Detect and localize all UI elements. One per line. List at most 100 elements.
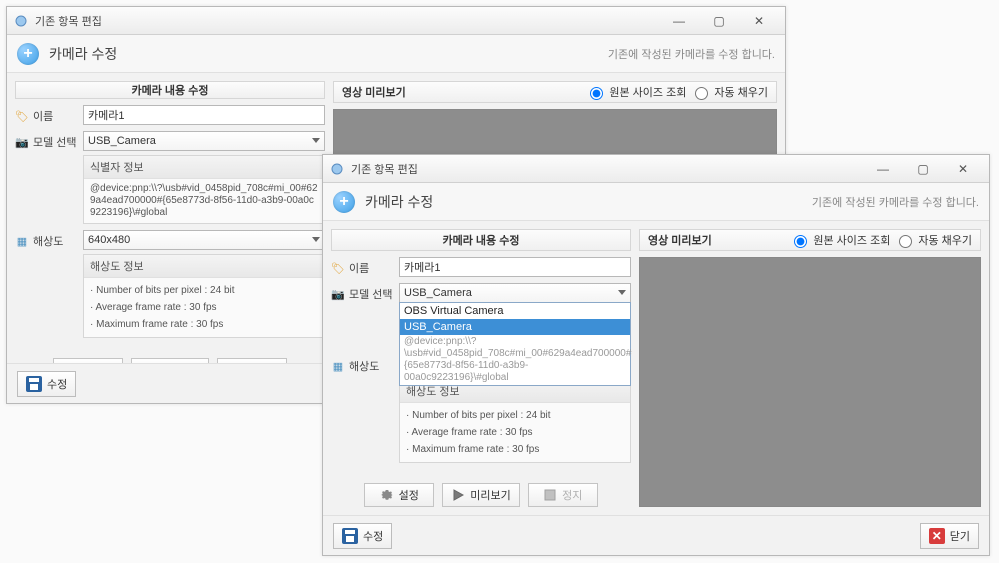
app-icon (13, 13, 29, 29)
radio-auto-fill[interactable]: 자동 채우기 (690, 84, 768, 100)
camera-icon: 📷 (15, 135, 29, 149)
identifier-info-box: 식별자 정보 @device:pnp:\\?\usb#vid_0458pid_7… (83, 155, 325, 224)
label-name: 🏷 이름 (331, 257, 393, 276)
radio-original-size[interactable]: 원본 사이즈 조회 (789, 232, 890, 248)
page-title: 카메라 수정 (365, 192, 812, 212)
tag-icon: 🏷 (15, 109, 29, 123)
radio-auto-fill-input[interactable] (695, 87, 708, 100)
res-line-2: · Average frame rate : 30 fps (406, 424, 624, 441)
resolution-info-title: 해상도 정보 (84, 255, 324, 278)
radio-original-size-input[interactable] (590, 87, 603, 100)
page-description: 기존에 작성된 카메라를 수정 합니다. (608, 46, 775, 62)
minimize-button[interactable]: — (863, 159, 903, 179)
radio-original-size-label: 원본 사이즈 조회 (609, 84, 686, 100)
form-panel: 카메라 내용 수정 🏷 이름 📷 모델 선택 USB_Camera (15, 81, 325, 355)
model-option-usb[interactable]: USB_Camera (400, 319, 630, 335)
window-title: 기존 항목 편집 (35, 13, 659, 29)
resolution-info-box: 해상도 정보 · Number of bits per pixel : 24 b… (399, 379, 631, 463)
label-model: 📷 모델 선택 (15, 131, 77, 150)
preview-section-title: 영상 미리보기 (648, 232, 712, 248)
name-input[interactable] (83, 105, 325, 125)
minimize-button[interactable]: — (659, 11, 699, 31)
save-button-label: 수정 (363, 528, 383, 544)
name-input[interactable] (399, 257, 631, 277)
radio-auto-fill-input[interactable] (899, 235, 912, 248)
preview-panel: 영상 미리보기 원본 사이즈 조회 자동 채우기 (639, 229, 981, 507)
label-name-text: 이름 (349, 260, 369, 276)
stop-icon (543, 488, 557, 502)
resolution-select-button[interactable]: 640x480 (83, 230, 325, 250)
resolution-select[interactable]: 640x480 (83, 230, 325, 250)
label-name: 🏷 이름 (15, 105, 77, 124)
plus-icon: + (333, 191, 355, 213)
res-line-3: · Maximum frame rate : 30 fps (90, 316, 318, 333)
model-option-obs[interactable]: OBS Virtual Camera (400, 303, 630, 319)
subheader: + 카메라 수정 기존에 작성된 카메라를 수정 합니다. (323, 183, 989, 221)
close-window-button[interactable]: ✕ (739, 11, 779, 31)
window-front: 기존 항목 편집 — ▢ ✕ + 카메라 수정 기존에 작성된 카메라를 수정 … (322, 154, 990, 556)
label-resolution: ▦ 해상도 (331, 355, 393, 374)
resolution-icon: ▦ (331, 359, 345, 373)
label-model-text: 모델 선택 (33, 134, 77, 150)
model-select[interactable]: USB_Camera OBS Virtual Camera USB_Camera… (399, 283, 631, 303)
preview-section-head: 영상 미리보기 원본 사이즈 조회 자동 채우기 (639, 229, 981, 251)
preview-section-head: 영상 미리보기 원본 사이즈 조회 자동 채우기 (333, 81, 777, 103)
close-button[interactable]: ✕ 닫기 (920, 523, 979, 549)
gear-icon (380, 488, 394, 502)
close-button-label: 닫기 (950, 528, 970, 544)
identifier-path: @device:pnp:\\?\usb#vid_0458pid_708c#mi_… (90, 183, 318, 219)
label-name-text: 이름 (33, 108, 53, 124)
stop-button: 정지 (528, 483, 598, 507)
save-button[interactable]: 수정 (17, 371, 76, 397)
model-select-button[interactable]: USB_Camera (399, 283, 631, 303)
form-panel: 카메라 내용 수정 🏷 이름 📷 모델 선택 USB_Camera (331, 229, 631, 507)
resolution-info-box: 해상도 정보 · Number of bits per pixel : 24 b… (83, 254, 325, 338)
label-model: 📷 모델 선택 (331, 283, 393, 302)
settings-button[interactable]: 설정 (364, 483, 434, 507)
form-section-title: 카메라 내용 수정 (15, 81, 325, 99)
label-resolution-text: 해상도 (33, 233, 63, 249)
subheader: + 카메라 수정 기존에 작성된 카메라를 수정 합니다. (7, 35, 785, 73)
res-line-1: · Number of bits per pixel : 24 bit (90, 282, 318, 299)
label-model-text: 모델 선택 (349, 286, 393, 302)
titlebar[interactable]: 기존 항목 편집 — ▢ ✕ (7, 7, 785, 35)
close-window-button[interactable]: ✕ (943, 159, 983, 179)
content-area: 카메라 내용 수정 🏷 이름 📷 모델 선택 USB_Camera (323, 221, 989, 515)
model-select-button[interactable]: USB_Camera (83, 131, 325, 151)
video-preview-area (639, 257, 981, 507)
settings-button-label: 설정 (399, 487, 419, 503)
model-select[interactable]: USB_Camera (83, 131, 325, 151)
action-button-row: 설정 미리보기 정지 (331, 483, 631, 507)
res-line-2: · Average frame rate : 30 fps (90, 299, 318, 316)
camera-icon: 📷 (331, 287, 345, 301)
save-button[interactable]: 수정 (333, 523, 392, 549)
label-resolution: ▦ 해상도 (15, 230, 77, 249)
maximize-button[interactable]: ▢ (903, 159, 943, 179)
radio-original-size-label: 원본 사이즈 조회 (813, 232, 890, 248)
model-option-devicepath: @device:pnp:\\?\usb#vid_0458pid_708c#mi_… (400, 335, 630, 385)
label-resolution-text: 해상도 (349, 358, 379, 374)
page-title: 카메라 수정 (49, 44, 608, 64)
row-name: 🏷 이름 (331, 257, 631, 277)
window-title: 기존 항목 편집 (351, 161, 863, 177)
save-icon (26, 376, 42, 392)
radio-original-size-input[interactable] (794, 235, 807, 248)
maximize-button[interactable]: ▢ (699, 11, 739, 31)
titlebar[interactable]: 기존 항목 편집 — ▢ ✕ (323, 155, 989, 183)
close-icon: ✕ (929, 528, 945, 544)
res-line-1: · Number of bits per pixel : 24 bit (406, 407, 624, 424)
radio-auto-fill[interactable]: 자동 채우기 (894, 232, 972, 248)
stop-button-label: 정지 (562, 487, 582, 503)
page-description: 기존에 작성된 카메라를 수정 합니다. (812, 194, 979, 210)
identifier-title: 식별자 정보 (84, 156, 324, 179)
radio-original-size[interactable]: 원본 사이즈 조회 (585, 84, 686, 100)
plus-icon: + (17, 43, 39, 65)
save-icon (342, 528, 358, 544)
resolution-icon: ▦ (15, 234, 29, 248)
form-section-title: 카메라 내용 수정 (331, 229, 631, 251)
row-model: 📷 모델 선택 USB_Camera OBS Virtual Camera US… (331, 283, 631, 349)
save-button-label: 수정 (47, 376, 67, 392)
radio-auto-fill-label: 자동 채우기 (918, 232, 972, 248)
preview-button[interactable]: 미리보기 (442, 483, 519, 507)
model-dropdown-list: OBS Virtual Camera USB_Camera @device:pn… (399, 302, 631, 386)
